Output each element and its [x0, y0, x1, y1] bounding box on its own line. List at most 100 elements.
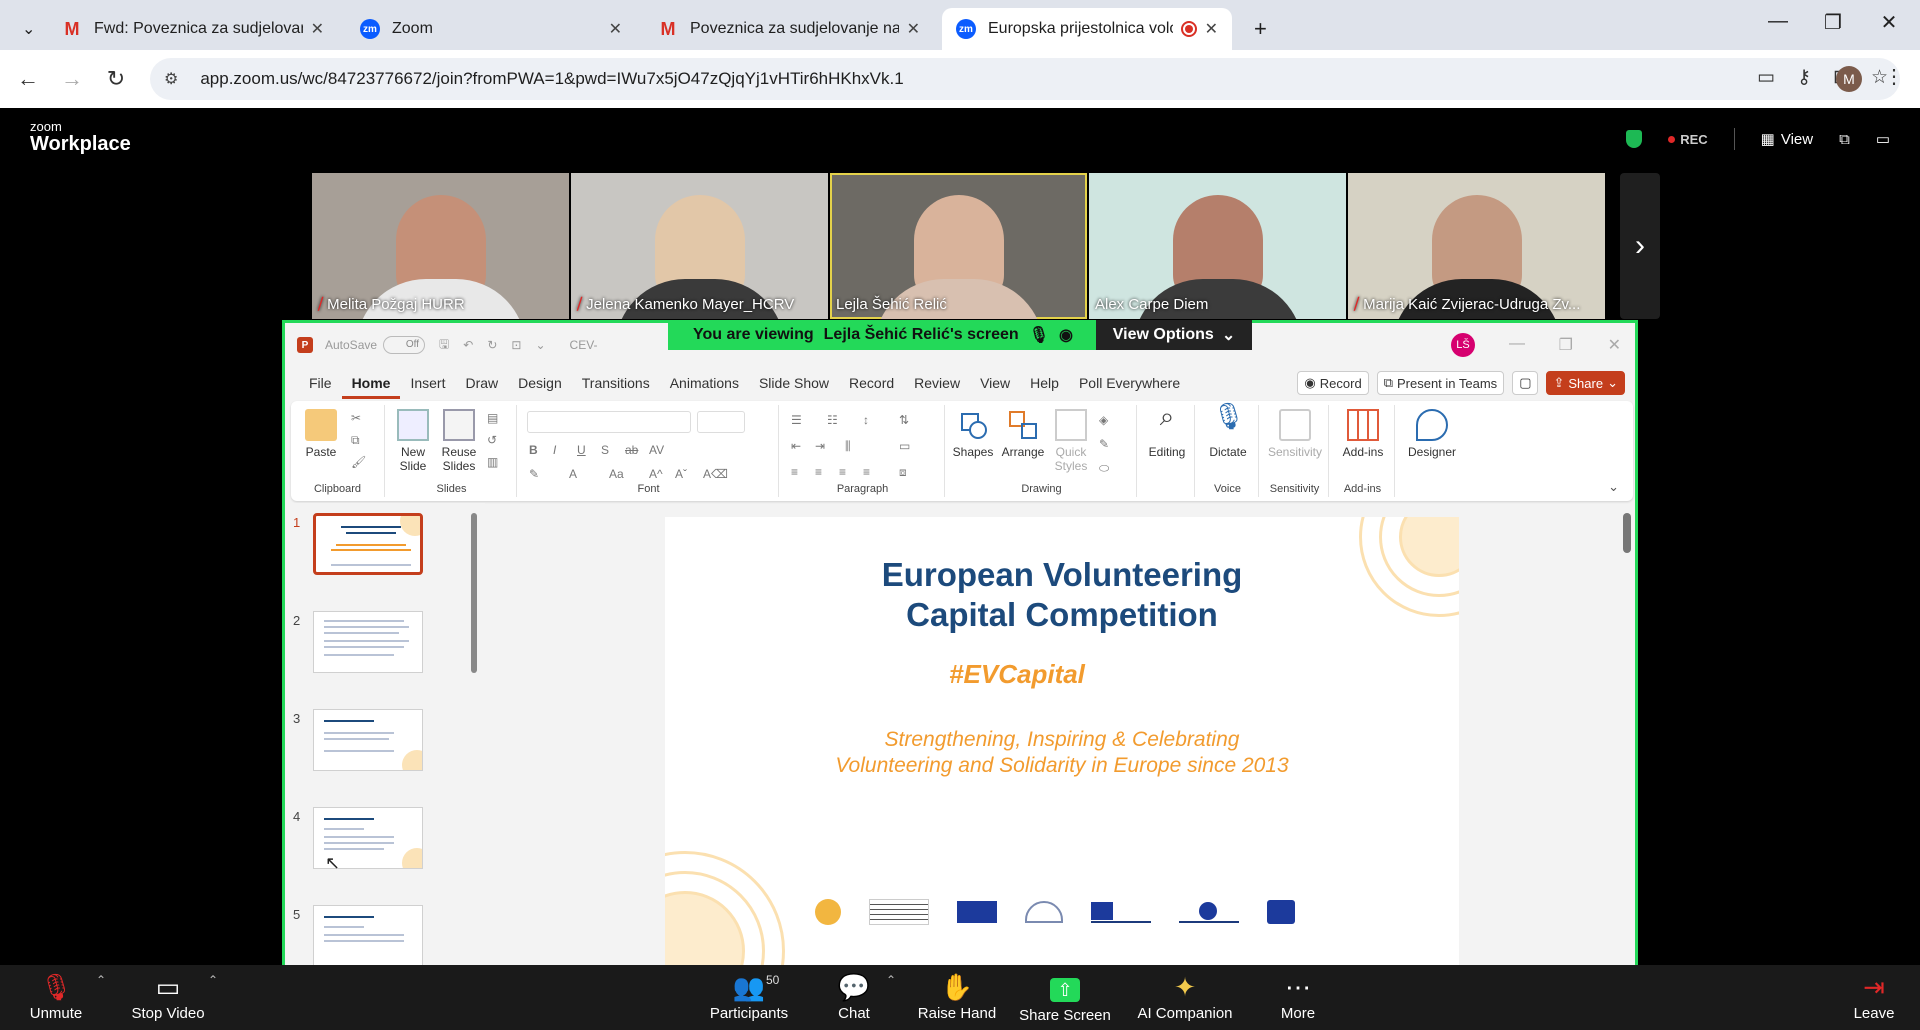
minimize-button[interactable]: —	[1755, 10, 1801, 33]
tab-file[interactable]: File	[299, 367, 342, 399]
present-in-teams-button[interactable]: ⧉ Present in Teams	[1376, 371, 1505, 395]
document-name[interactable]: CEV-	[570, 338, 598, 352]
thumbnail-scrollbar[interactable]	[471, 513, 477, 673]
shared-screen[interactable]: P AutoSave Off 🖫 ↶ ↻ ⊡ ⌄ CEV- LŠ — ❐ ✕ F…	[282, 320, 1638, 968]
close-icon[interactable]: ✕	[1205, 19, 1218, 39]
next-participants-button[interactable]: ›	[1620, 173, 1660, 319]
present-icon[interactable]: ⊡	[511, 338, 521, 352]
format-painter-icon[interactable]: 🖌	[351, 455, 369, 469]
browser-tab-4[interactable]: zm Europska prijestolnica volon ✕	[942, 8, 1232, 50]
share-button[interactable]: ⇪ Share ⌄	[1546, 371, 1625, 395]
new-slide-button[interactable]: New Slide	[391, 409, 435, 473]
align-center-icon[interactable]: ≡	[815, 465, 833, 479]
bullets-icon[interactable]: ☰	[791, 413, 809, 427]
unmute-button[interactable]: 🎙 Unmute ⌃	[18, 971, 106, 1022]
bold-icon[interactable]: B	[529, 443, 547, 457]
shape-effects-icon[interactable]: ⬭	[1099, 461, 1117, 475]
chevron-up-icon[interactable]: ⌃	[886, 973, 896, 987]
video-tile-5[interactable]: ⧸ Marija Kaić Zvijerac-Udruga Zv...	[1348, 173, 1605, 319]
slide-thumbnail-2[interactable]	[313, 611, 423, 673]
key-icon[interactable]: ⚷	[1797, 66, 1811, 89]
tab-design[interactable]: Design	[508, 367, 572, 399]
cut-icon[interactable]: ✂	[351, 411, 369, 425]
browser-tab-2[interactable]: zm Zoom ✕	[346, 8, 636, 50]
tab-home[interactable]: Home	[341, 367, 401, 399]
columns-icon[interactable]: ⫼	[845, 439, 863, 453]
close-icon[interactable]: ✕	[907, 19, 920, 39]
shrink-font-icon[interactable]: Aˇ	[675, 467, 693, 481]
shape-fill-icon[interactable]: ◈	[1099, 413, 1117, 427]
tab-search-button[interactable]: ⌄	[8, 8, 42, 50]
restore-button[interactable]: ❐	[1810, 10, 1856, 35]
spacing-icon[interactable]: AV	[649, 443, 667, 457]
comments-button[interactable]: ▢	[1512, 371, 1539, 395]
site-info-icon[interactable]: ⚙	[164, 69, 178, 89]
share-screen-button[interactable]: ⇧ Share Screen	[1016, 971, 1114, 1024]
menu-dots-icon[interactable]: ⋮	[1884, 64, 1904, 89]
strikethrough-icon[interactable]: ab	[625, 443, 643, 457]
tab-slide-show[interactable]: Slide Show	[749, 367, 839, 399]
ai-companion-button[interactable]: ✦ AI Companion	[1130, 971, 1240, 1022]
align-text-icon[interactable]: ▭	[899, 439, 917, 453]
italic-icon[interactable]: I	[553, 443, 571, 457]
chevron-up-icon[interactable]: ⌃	[96, 973, 106, 987]
encryption-shield-icon[interactable]	[1626, 130, 1643, 148]
dictate-button[interactable]: 🎙 Dictate	[1203, 403, 1253, 459]
editing-button[interactable]: ⌕ Editing	[1143, 403, 1191, 459]
video-tile-2[interactable]: ⧸ Jelena Kamenko Mayer_HCRV	[571, 173, 828, 319]
participants-button[interactable]: 👥 50 Participants	[700, 971, 798, 1022]
tab-record[interactable]: Record	[839, 367, 904, 399]
font-size-select[interactable]	[697, 411, 745, 433]
recording-indicator[interactable]: REC	[1668, 132, 1707, 147]
shapes-button[interactable]: Shapes	[951, 409, 995, 459]
slide-thumbnail-1[interactable]	[313, 513, 423, 575]
align-left-icon[interactable]: ≡	[791, 465, 809, 479]
raise-hand-button[interactable]: ✋ Raise Hand	[912, 971, 1002, 1022]
close-window-button[interactable]: ✕	[1866, 10, 1912, 35]
close-icon[interactable]: ✕	[311, 19, 324, 39]
video-tile-1[interactable]: ⧸ Melita Požgaj HURR	[312, 173, 569, 319]
undo-icon[interactable]: ↶	[463, 338, 473, 352]
slide-canvas[interactable]: European Volunteering Capital Competitio…	[665, 517, 1459, 965]
paste-button[interactable]: Paste	[299, 409, 343, 459]
font-name-select[interactable]	[527, 411, 691, 433]
video-tile-3-active-speaker[interactable]: Lejla Šehić Relić	[830, 173, 1087, 319]
qat-more-icon[interactable]: ⌄	[535, 338, 545, 352]
grow-font-icon[interactable]: A^	[649, 467, 667, 481]
tab-animations[interactable]: Animations	[660, 367, 749, 399]
ppt-minimize-button[interactable]: —	[1509, 335, 1525, 353]
shape-outline-icon[interactable]: ✎	[1099, 437, 1117, 451]
tab-poll-everywhere[interactable]: Poll Everywhere	[1069, 367, 1190, 399]
line-spacing-icon[interactable]: ↕	[863, 413, 881, 427]
slide-thumbnail-5[interactable]	[313, 905, 423, 965]
font-color-icon[interactable]: A	[569, 467, 587, 481]
camera-icon[interactable]: ▭	[1757, 66, 1775, 89]
video-tile-4[interactable]: Alex Carpe Diem	[1089, 173, 1346, 319]
layout-icon[interactable]: ▤	[487, 411, 505, 425]
leave-button[interactable]: ⇥ Leave	[1846, 971, 1902, 1022]
designer-button[interactable]: Designer	[1401, 409, 1463, 459]
more-button[interactable]: ⋯ More	[1268, 971, 1328, 1022]
url-bar[interactable]: ⚙ app.zoom.us/wc/84723776672/join?fromPW…	[150, 58, 1900, 100]
close-icon[interactable]: ✕	[609, 19, 622, 39]
copy-icon[interactable]: ⧉	[351, 433, 369, 447]
reload-button[interactable]: ↻	[94, 66, 138, 92]
reuse-slides-button[interactable]: Reuse Slides	[437, 409, 481, 473]
arrange-button[interactable]: Arrange	[999, 409, 1047, 459]
align-right-icon[interactable]: ≡	[839, 465, 857, 479]
browser-tab-1[interactable]: M Fwd: Poveznica za sudjelovanje ✕	[48, 8, 338, 50]
user-avatar[interactable]: LŠ	[1451, 333, 1475, 357]
url-text[interactable]: app.zoom.us/wc/84723776672/join?fromPWA=…	[200, 69, 903, 89]
sensitivity-button[interactable]: Sensitivity	[1263, 409, 1327, 459]
change-case-icon[interactable]: Aa	[609, 467, 627, 481]
underline-icon[interactable]: U	[577, 443, 595, 457]
tab-review[interactable]: Review	[904, 367, 970, 399]
chevron-up-icon[interactable]: ⌃	[208, 973, 218, 987]
section-icon[interactable]: ▥	[487, 455, 505, 469]
profile-avatar[interactable]: M	[1836, 66, 1862, 92]
slide-scrollbar[interactable]	[1623, 513, 1631, 553]
shadow-icon[interactable]: S	[601, 443, 619, 457]
browser-tab-3[interactable]: M Poveznica za sudjelovanje na w ✕	[644, 8, 934, 50]
reset-icon[interactable]: ↺	[487, 433, 505, 447]
view-options-button[interactable]: View Options ⌄	[1096, 320, 1252, 350]
